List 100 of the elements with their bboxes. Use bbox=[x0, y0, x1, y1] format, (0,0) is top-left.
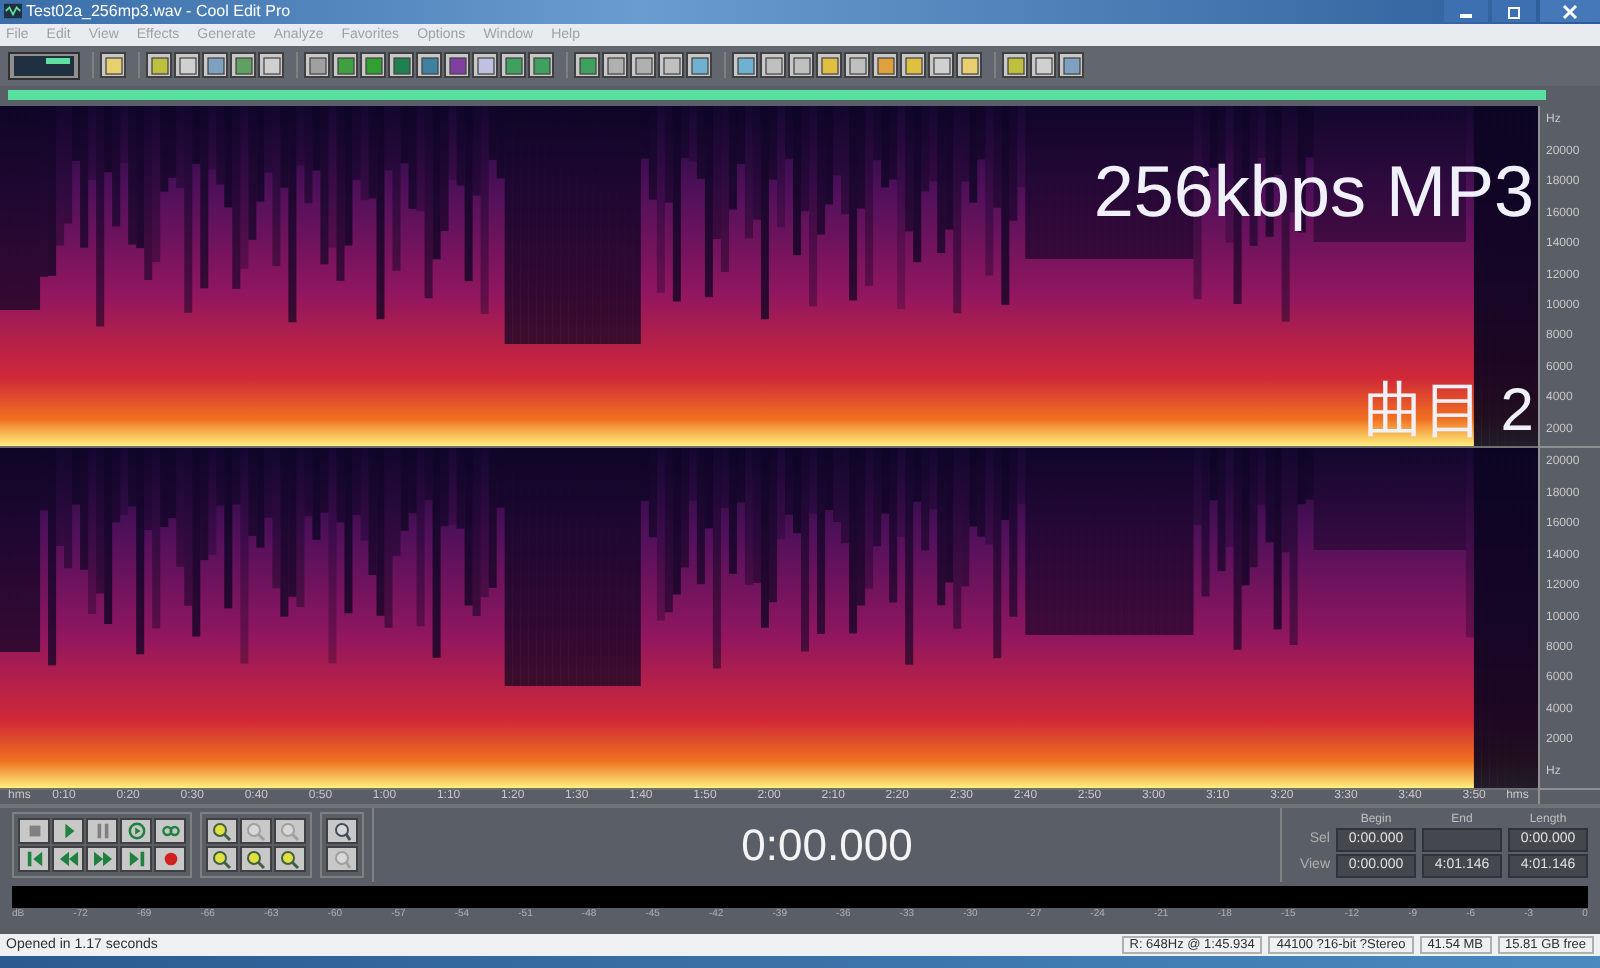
toolbar-button[interactable] bbox=[146, 52, 172, 79]
view-mode-button[interactable] bbox=[8, 51, 80, 80]
play-circle-button[interactable] bbox=[120, 818, 152, 844]
fast-forward-button[interactable] bbox=[86, 846, 118, 872]
tool-icon bbox=[633, 55, 653, 76]
magnifier-icon bbox=[212, 849, 232, 869]
tool-icon bbox=[791, 55, 811, 76]
stop-icon bbox=[25, 822, 43, 840]
window-title: Test02a_256mp3.wav - Cool Edit Pro bbox=[26, 2, 291, 21]
tool-icon bbox=[177, 55, 197, 76]
tool-icon bbox=[1005, 55, 1025, 76]
go-to-end-icon bbox=[127, 850, 145, 868]
go-to-start-icon bbox=[25, 850, 43, 868]
toolbar-button[interactable] bbox=[630, 52, 656, 79]
toolbar-button[interactable] bbox=[658, 52, 684, 79]
record-button[interactable] bbox=[154, 846, 186, 872]
toolbar-button[interactable] bbox=[416, 52, 442, 79]
toolbar-button[interactable] bbox=[760, 52, 786, 79]
zoom-out-vertical-button[interactable] bbox=[326, 846, 358, 872]
toolbar-button[interactable] bbox=[230, 52, 256, 79]
magnifier-icon bbox=[332, 849, 352, 869]
overlay-caption: 曲目 2 bbox=[1363, 375, 1534, 448]
magnifier-icon bbox=[212, 821, 232, 841]
toolbar-button[interactable] bbox=[788, 52, 814, 79]
tool-icon bbox=[531, 55, 551, 76]
tool-icon bbox=[605, 55, 625, 76]
toolbar-button[interactable] bbox=[202, 52, 228, 79]
magnifier-icon bbox=[332, 821, 352, 841]
zoom-in-button[interactable] bbox=[206, 818, 238, 844]
rewind-button[interactable] bbox=[52, 846, 84, 872]
play-button[interactable] bbox=[52, 818, 84, 844]
loop-button[interactable] bbox=[154, 818, 186, 844]
tool-icon bbox=[391, 55, 411, 76]
play-circle-icon bbox=[127, 822, 145, 840]
go-to-start-button[interactable] bbox=[18, 846, 50, 872]
toolbar-button[interactable] bbox=[360, 52, 386, 79]
tool-icon bbox=[763, 55, 783, 76]
play-icon bbox=[59, 822, 77, 840]
tool-icon bbox=[261, 55, 281, 76]
time-field[interactable] bbox=[1422, 827, 1502, 851]
restore-button[interactable] bbox=[1492, 0, 1536, 23]
toolbar-button[interactable] bbox=[1058, 52, 1084, 79]
toolbar-button[interactable] bbox=[1030, 52, 1056, 79]
toolbar-button[interactable] bbox=[928, 52, 954, 79]
tool-icon bbox=[103, 55, 123, 76]
toolbar-button[interactable] bbox=[574, 52, 600, 79]
fast-forward-icon bbox=[93, 850, 111, 868]
tool-icon bbox=[1033, 55, 1053, 76]
toolbar-button[interactable] bbox=[444, 52, 470, 79]
toolbar-button[interactable] bbox=[304, 52, 330, 79]
toolbar-button[interactable] bbox=[872, 52, 898, 79]
toolbar-button[interactable] bbox=[100, 52, 126, 79]
toolbar-button[interactable] bbox=[602, 52, 628, 79]
tool-icon bbox=[735, 55, 755, 76]
zoom-out-button[interactable] bbox=[240, 818, 272, 844]
overview-range[interactable] bbox=[8, 90, 1546, 101]
tool-icon bbox=[233, 55, 253, 76]
minimize-icon bbox=[1460, 14, 1472, 19]
tool-icon bbox=[903, 55, 923, 76]
toolbar-button[interactable] bbox=[472, 52, 498, 79]
toolbar-button[interactable] bbox=[844, 52, 870, 79]
magnifier-icon bbox=[246, 821, 266, 841]
tool-icon bbox=[335, 55, 355, 76]
toolbar-button[interactable] bbox=[1002, 52, 1028, 79]
tool-icon bbox=[475, 55, 495, 76]
magnifier-icon bbox=[280, 821, 300, 841]
toolbar-button[interactable] bbox=[816, 52, 842, 79]
zoom-in-vertical-button[interactable] bbox=[326, 818, 358, 844]
toolbar-button[interactable] bbox=[332, 52, 358, 79]
pause-button[interactable] bbox=[86, 818, 118, 844]
tool-icon bbox=[205, 55, 225, 76]
toolbar-button[interactable] bbox=[388, 52, 414, 79]
zoom-full-button[interactable] bbox=[274, 818, 306, 844]
tool-icon bbox=[149, 55, 169, 76]
toolbar-button[interactable] bbox=[686, 52, 712, 79]
tool-icon bbox=[875, 55, 895, 76]
close-button[interactable] bbox=[1540, 0, 1600, 23]
overlay-caption: 256kbps MP3 bbox=[1093, 149, 1534, 234]
loop-icon bbox=[161, 822, 179, 840]
magnifier-icon bbox=[246, 849, 266, 869]
zoom-in-right-button[interactable] bbox=[240, 846, 272, 872]
tool-icon bbox=[307, 55, 327, 76]
toolbar-button[interactable] bbox=[900, 52, 926, 79]
toolbar-button[interactable] bbox=[956, 52, 982, 79]
toolbar-button[interactable] bbox=[528, 52, 554, 79]
minimize-button[interactable] bbox=[1444, 0, 1488, 23]
stop-button[interactable] bbox=[18, 818, 50, 844]
zoom-in-left-button[interactable] bbox=[206, 846, 238, 872]
go-to-end-button[interactable] bbox=[120, 846, 152, 872]
tool-icon bbox=[363, 55, 383, 76]
tool-icon bbox=[1061, 55, 1081, 76]
tool-icon bbox=[419, 55, 439, 76]
toolbar-button[interactable] bbox=[174, 52, 200, 79]
toolbar-button[interactable] bbox=[732, 52, 758, 79]
magnifier-icon bbox=[280, 849, 300, 869]
toolbar-button[interactable] bbox=[258, 52, 284, 79]
tool-icon bbox=[447, 55, 467, 76]
zoom-selection-button[interactable] bbox=[274, 846, 306, 872]
tool-icon bbox=[689, 55, 709, 76]
toolbar-button[interactable] bbox=[500, 52, 526, 79]
